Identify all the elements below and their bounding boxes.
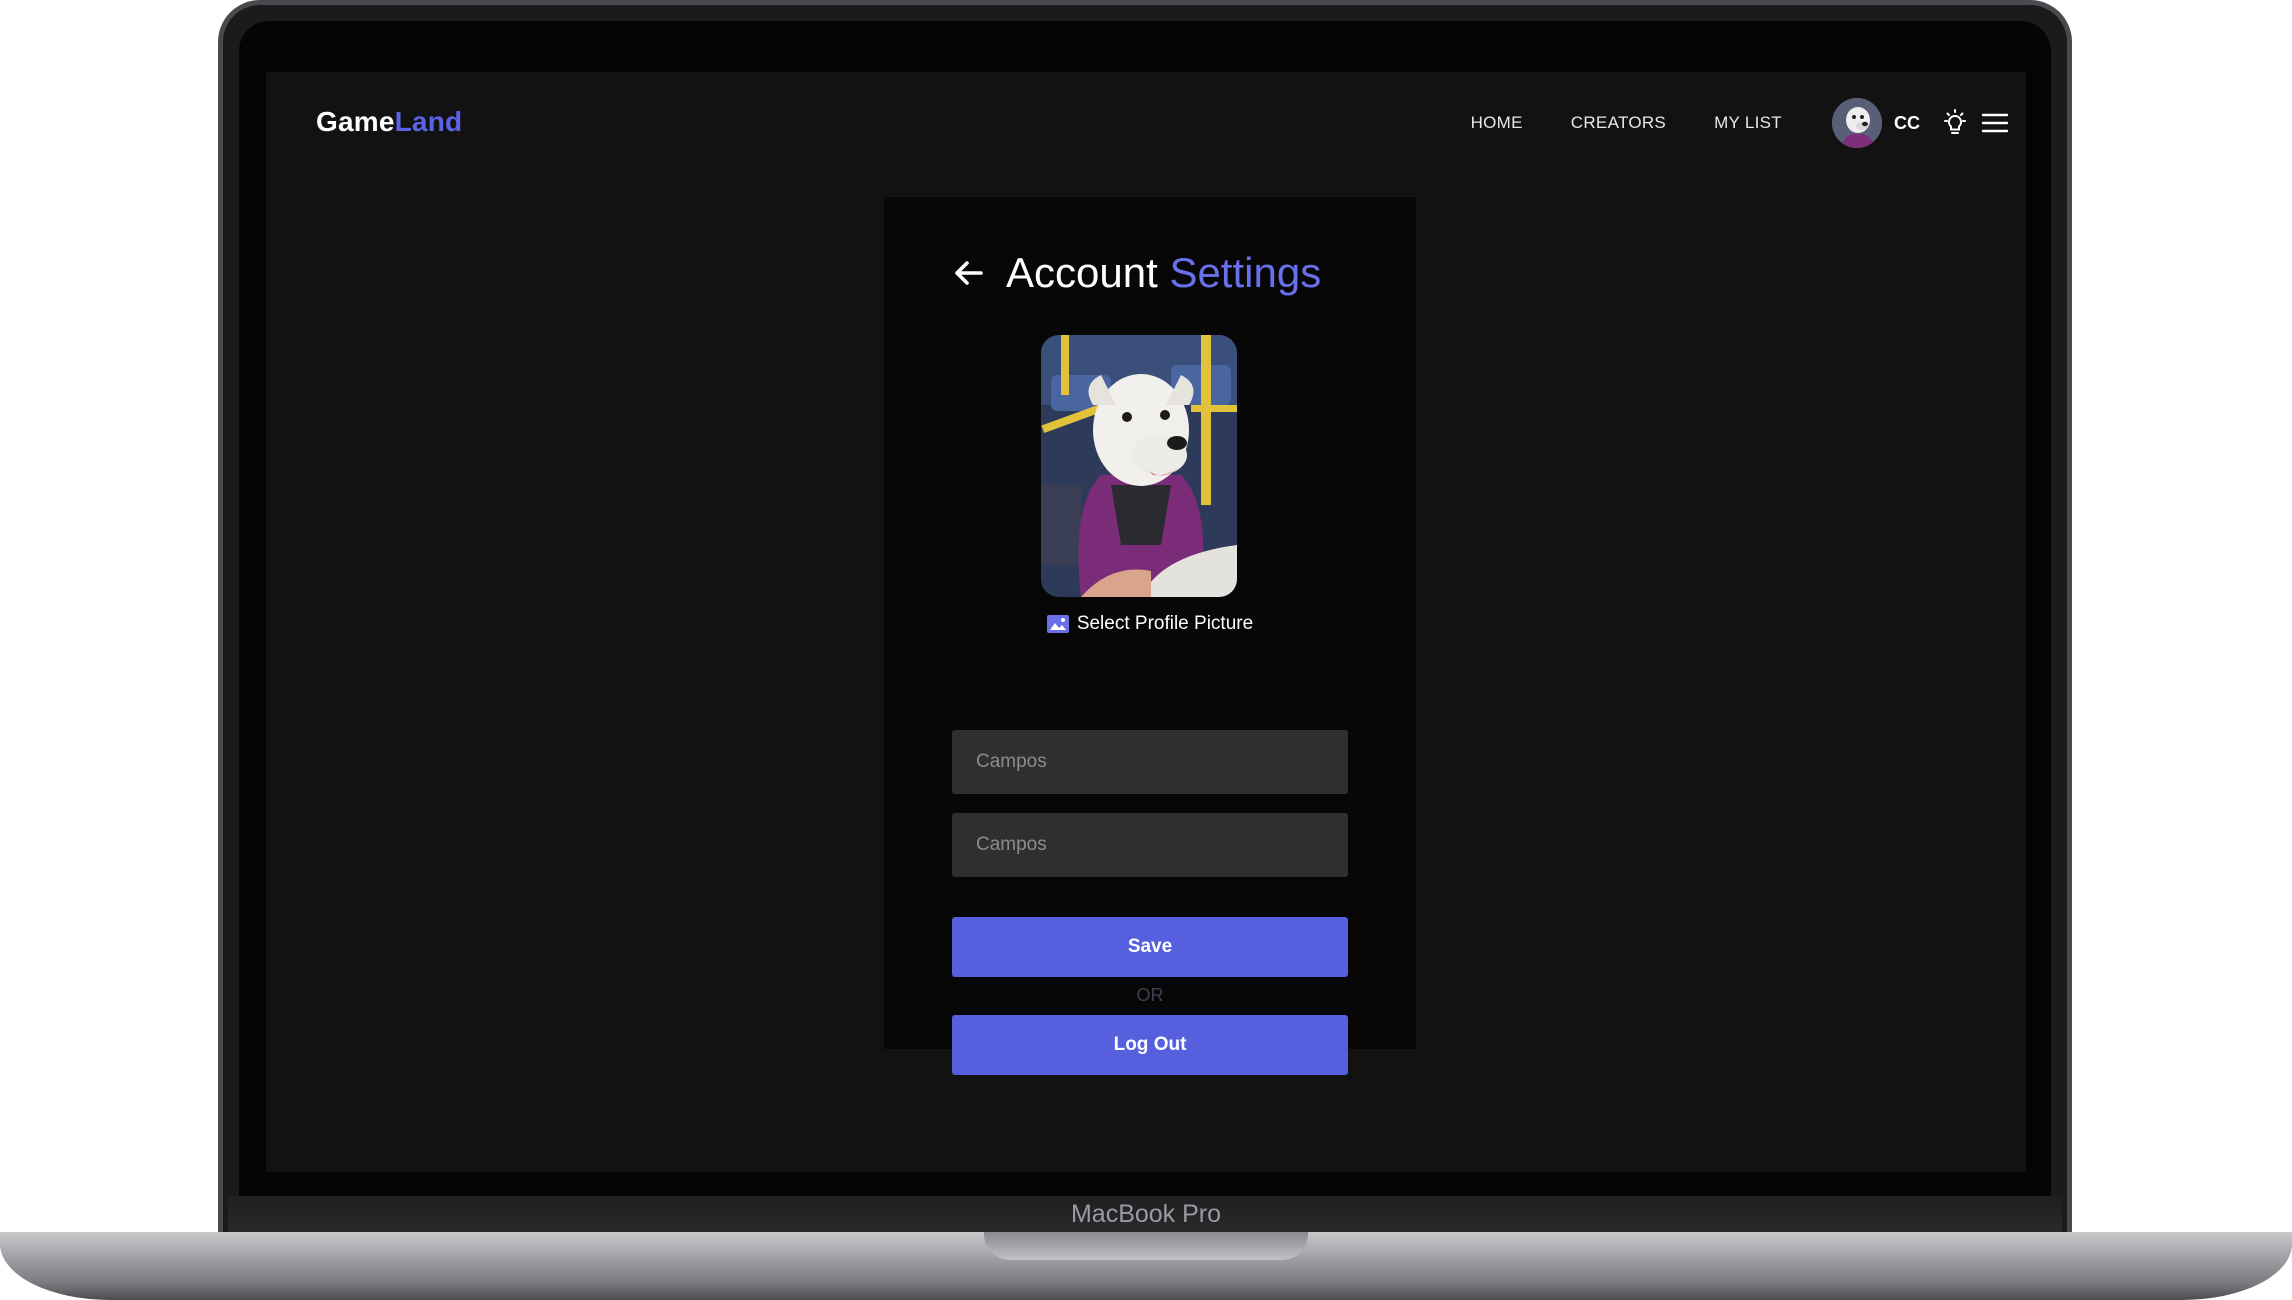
select-profile-picture-button[interactable]: Select Profile Picture xyxy=(884,613,1416,635)
nav-link-my-list[interactable]: MY LIST xyxy=(1714,113,1782,133)
logo-accent: Land xyxy=(394,106,463,137)
select-profile-picture-label: Select Profile Picture xyxy=(1076,613,1254,634)
hamburger-menu-icon[interactable] xyxy=(1978,106,2012,140)
title-primary: Account xyxy=(1006,249,1158,296)
top-nav: HOME CREATORS MY LIST CC xyxy=(1471,96,2012,150)
app-logo[interactable]: GameLand xyxy=(316,106,462,138)
logout-button[interactable]: Log Out xyxy=(952,1015,1348,1075)
last-name-input[interactable] xyxy=(952,813,1348,877)
nav-link-creators[interactable]: CREATORS xyxy=(1571,113,1666,133)
logo-primary: Game xyxy=(316,106,395,137)
page-title: Account Settings xyxy=(1006,249,1321,297)
or-divider: OR xyxy=(1136,985,1164,1005)
avatar-dog-image xyxy=(1832,98,1882,148)
laptop-notch xyxy=(984,1232,1308,1260)
profile-picture[interactable] xyxy=(1041,335,1237,597)
app-screen: GameLand HOME CREATORS MY LIST CC Accoun… xyxy=(266,72,2026,1172)
settings-header: Account Settings xyxy=(952,249,1321,297)
lightbulb-icon[interactable] xyxy=(1938,106,1972,140)
account-settings-card: Account Settings Select Profile Picture … xyxy=(884,197,1416,1075)
device-label: MacBook Pro xyxy=(1070,1200,1222,1228)
title-accent: Settings xyxy=(1169,249,1322,296)
first-name-input[interactable] xyxy=(952,730,1348,794)
save-button[interactable]: Save xyxy=(952,917,1348,977)
back-arrow-icon[interactable] xyxy=(952,256,986,290)
user-avatar[interactable] xyxy=(1832,98,1882,148)
profile-dog-photo xyxy=(1041,335,1237,597)
nav-link-home[interactable]: HOME xyxy=(1471,113,1523,133)
image-icon xyxy=(1046,615,1069,633)
user-initials[interactable]: CC xyxy=(1894,113,1920,134)
